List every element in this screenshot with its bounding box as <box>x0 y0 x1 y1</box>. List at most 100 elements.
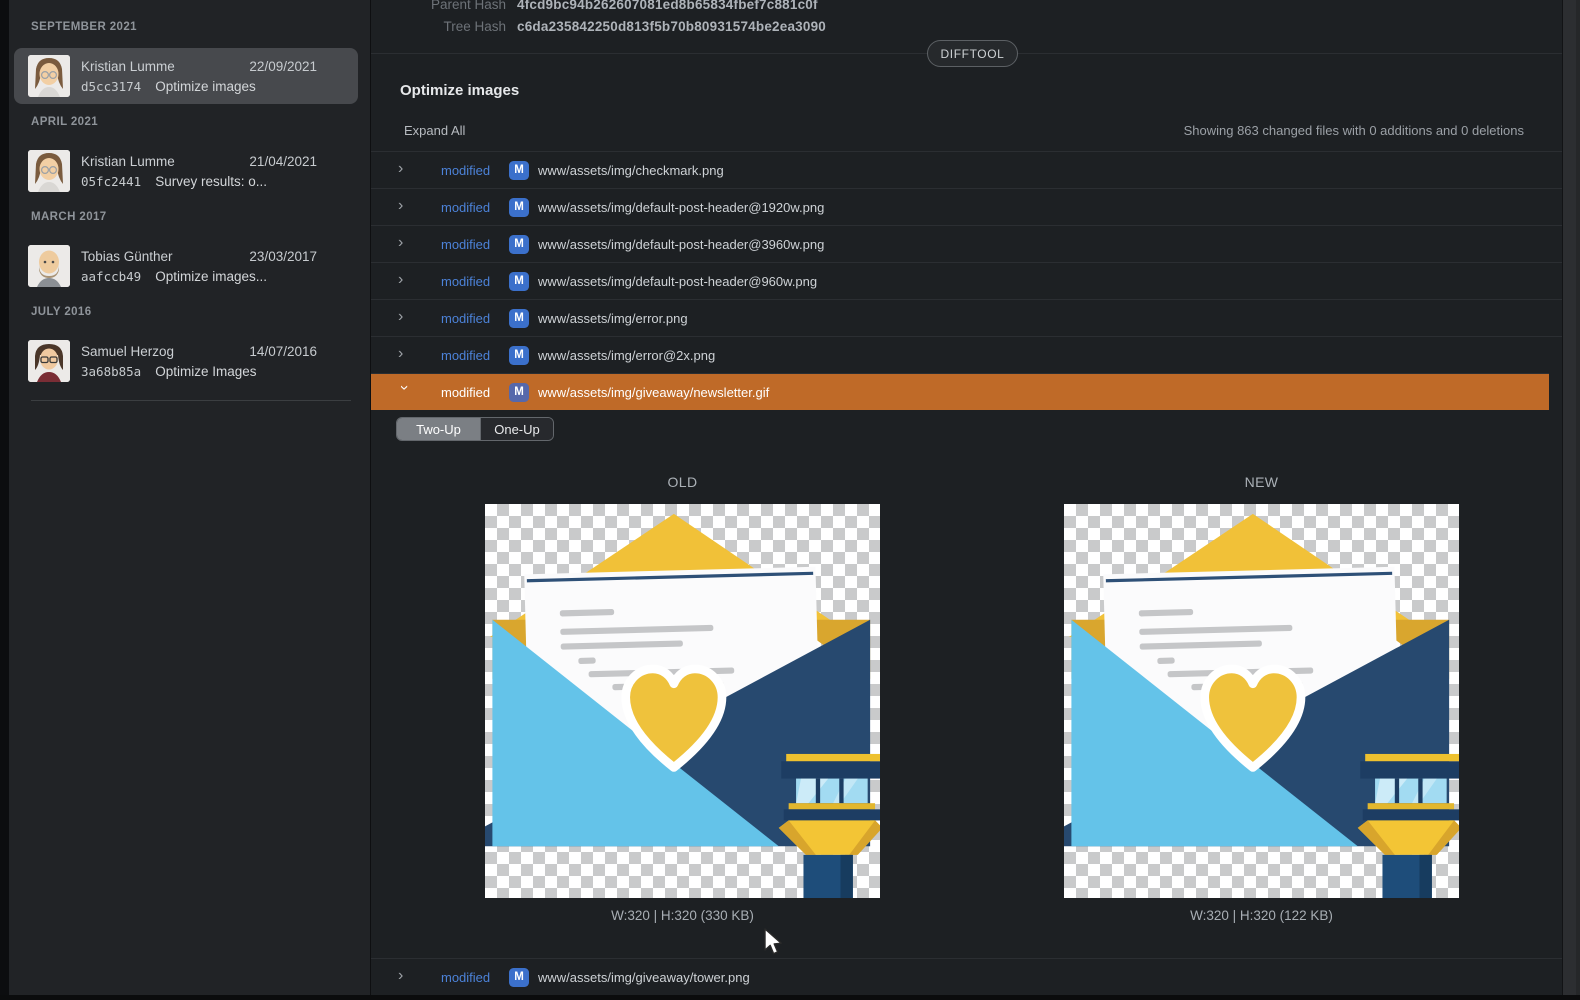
commit-date: 14/07/2016 <box>249 344 317 359</box>
view-mode-switch: Two-Up One-Up <box>396 417 554 441</box>
modified-badge: M <box>509 272 529 291</box>
file-status[interactable]: modified <box>441 970 499 985</box>
window-edge-bottom <box>0 995 1580 1000</box>
commit-date: 21/04/2021 <box>249 154 317 169</box>
parent-hash-row: Parent Hash 4fcd9bc94b262607081ed8b65834… <box>371 0 1562 15</box>
old-image-preview <box>485 504 880 898</box>
changed-files-list: › modified M www/assets/img/checkmark.pn… <box>371 151 1562 995</box>
one-up-tab[interactable]: One-Up <box>481 418 553 440</box>
file-status[interactable]: modified <box>441 348 499 363</box>
modified-badge: M <box>509 346 529 365</box>
commit-message: Optimize images <box>155 79 256 94</box>
scrollbar-track[interactable] <box>1562 0 1580 1000</box>
commit-history-sidebar: SEPTEMBER 2021 Kristian Lumme 22/09/2021… <box>9 0 370 1000</box>
commit-date: 23/03/2017 <box>249 249 317 264</box>
file-status[interactable]: modified <box>441 237 499 252</box>
chevron-right-icon[interactable]: › <box>398 161 410 177</box>
window-edge <box>0 0 9 1000</box>
parent-hash-label: Parent Hash <box>371 0 506 12</box>
file-path[interactable]: www/assets/img/giveaway/newsletter.gif <box>538 385 769 400</box>
commit-hash: aafccb49 <box>81 269 141 284</box>
chevron-down-icon[interactable]: › <box>396 385 412 397</box>
chevron-right-icon[interactable]: › <box>398 235 410 251</box>
old-image-label: OLD <box>485 474 880 490</box>
commit-author: Kristian Lumme <box>81 154 249 169</box>
file-path[interactable]: www/assets/img/giveaway/tower.png <box>538 970 750 985</box>
commit-message: Optimize Images <box>155 364 256 379</box>
commit-hash: 3a68b85a <box>81 364 141 379</box>
file-path[interactable]: www/assets/img/checkmark.png <box>538 163 724 178</box>
commit-group: JULY 2016 Samuel Herzog 14/07/2016 3a68b… <box>9 305 370 389</box>
file-status[interactable]: modified <box>441 274 499 289</box>
commit-message: Survey results: o... <box>155 174 267 189</box>
commit-item[interactable]: Samuel Herzog 14/07/2016 3a68b85a Optimi… <box>14 333 358 389</box>
modified-badge: M <box>509 161 529 180</box>
difftool-button[interactable]: DIFFTOOL <box>927 40 1018 67</box>
file-row[interactable]: › modified M www/assets/img/checkmark.pn… <box>371 151 1562 188</box>
commit-item[interactable]: Kristian Lumme 22/09/2021 d5cc3174 Optim… <box>14 48 358 104</box>
avatar <box>28 150 70 192</box>
commit-details: Kristian Lumme 22/09/2021 d5cc3174 Optim… <box>81 59 317 94</box>
commit-item[interactable]: Tobias Günther 23/03/2017 aafccb49 Optim… <box>14 238 358 294</box>
commit-author: Tobias Günther <box>81 249 249 264</box>
commit-hashes: Parent Hash 4fcd9bc94b262607081ed8b65834… <box>371 0 1562 37</box>
file-row[interactable]: › modified M www/assets/img/default-post… <box>371 225 1562 262</box>
modified-badge: M <box>509 235 529 254</box>
file-row[interactable]: › modified M www/assets/img/default-post… <box>371 262 1562 299</box>
file-row[interactable]: › modified M www/assets/img/giveaway/tow… <box>371 958 1562 995</box>
commit-item[interactable]: Kristian Lumme 21/04/2021 05fc2441 Surve… <box>14 143 358 199</box>
commit-detail-panel: Parent Hash 4fcd9bc94b262607081ed8b65834… <box>370 0 1562 1000</box>
two-up-tab[interactable]: Two-Up <box>397 418 481 440</box>
avatar <box>28 245 70 287</box>
chevron-right-icon[interactable]: › <box>398 346 410 362</box>
chevron-right-icon[interactable]: › <box>398 309 410 325</box>
file-path[interactable]: www/assets/img/default-post-header@3960w… <box>538 237 824 252</box>
expand-all-link[interactable]: Expand All <box>404 123 465 138</box>
file-path[interactable]: www/assets/img/default-post-header@960w.… <box>538 274 817 289</box>
modified-badge: M <box>509 968 529 987</box>
file-status[interactable]: modified <box>441 163 499 178</box>
commit-group: MARCH 2017 Tobias Günther 23/03/2017 aaf… <box>9 210 370 294</box>
chevron-right-icon[interactable]: › <box>398 968 410 984</box>
parent-hash-value: 4fcd9bc94b262607081ed8b65834fbef7c881c0f <box>517 0 818 12</box>
avatar <box>28 340 70 382</box>
commit-author: Kristian Lumme <box>81 59 249 74</box>
file-row[interactable]: › modified M www/assets/img/error.png <box>371 299 1562 336</box>
commit-hash: d5cc3174 <box>81 79 141 94</box>
commit-title: Optimize images <box>400 82 519 99</box>
modified-badge: M <box>509 309 529 328</box>
file-status[interactable]: modified <box>441 200 499 215</box>
commit-date: 22/09/2021 <box>249 59 317 74</box>
commit-message: Optimize images... <box>155 269 267 284</box>
file-status[interactable]: modified <box>441 385 499 400</box>
chevron-right-icon[interactable]: › <box>398 198 410 214</box>
commit-group-month-header: SEPTEMBER 2021 <box>31 20 370 35</box>
file-row[interactable]: › modified M www/assets/img/default-post… <box>371 188 1562 225</box>
file-row[interactable]: › modified M www/assets/img/error@2x.png <box>371 336 1562 373</box>
commit-details: Tobias Günther 23/03/2017 aafccb49 Optim… <box>81 249 317 284</box>
new-image-label: NEW <box>1064 474 1459 490</box>
commit-group-month-header: APRIL 2021 <box>31 115 370 130</box>
commit-hash: 05fc2441 <box>81 174 141 189</box>
tree-hash-label: Tree Hash <box>371 19 506 34</box>
commit-author: Samuel Herzog <box>81 344 249 359</box>
newsletter-illustration <box>1064 504 1459 898</box>
app-window: SEPTEMBER 2021 Kristian Lumme 22/09/2021… <box>0 0 1580 1000</box>
file-row[interactable]: › modified M www/assets/img/giveaway/new… <box>371 373 1549 410</box>
avatar <box>28 55 70 97</box>
commit-group: APRIL 2021 Kristian Lumme 21/04/2021 05f… <box>9 115 370 199</box>
commit-group-month-header: MARCH 2017 <box>31 210 370 225</box>
file-path[interactable]: www/assets/img/error@2x.png <box>538 348 715 363</box>
file-path[interactable]: www/assets/img/default-post-header@1920w… <box>538 200 824 215</box>
commit-group-month-header: JULY 2016 <box>31 305 370 320</box>
file-status[interactable]: modified <box>441 311 499 326</box>
file-path[interactable]: www/assets/img/error.png <box>538 311 688 326</box>
commit-details: Kristian Lumme 21/04/2021 05fc2441 Surve… <box>81 154 317 189</box>
commit-group: SEPTEMBER 2021 Kristian Lumme 22/09/2021… <box>9 20 370 104</box>
newsletter-illustration <box>485 504 880 898</box>
chevron-right-icon[interactable]: › <box>398 272 410 288</box>
changes-summary: Showing 863 changed files with 0 additio… <box>1184 123 1524 138</box>
modified-badge: M <box>509 198 529 217</box>
tree-hash-value: c6da235842250d813f5b70b80931574be2ea3090 <box>517 19 826 34</box>
new-image-meta: W:320 | H:320 (122 KB) <box>1064 908 1459 923</box>
